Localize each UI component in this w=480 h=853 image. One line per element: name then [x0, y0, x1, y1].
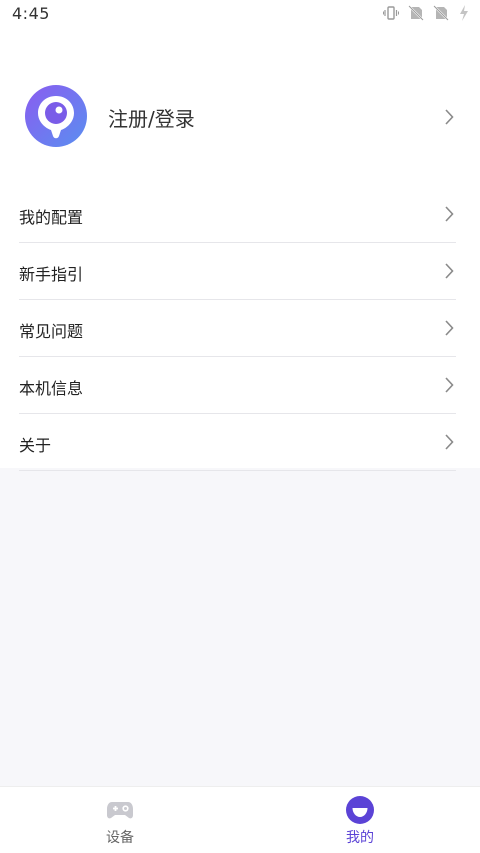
no-sim-icon	[433, 5, 449, 21]
app-logo-icon	[24, 84, 88, 148]
menu-item-label: 我的配置	[19, 208, 84, 227]
chevron-right-icon	[444, 320, 454, 336]
status-icons	[383, 5, 470, 21]
menu-item-device-info[interactable]: 本机信息	[19, 357, 456, 414]
menu-item-label: 关于	[19, 436, 52, 455]
menu-item-label: 本机信息	[19, 379, 84, 398]
menu-item-beginner-guide[interactable]: 新手指引	[19, 243, 456, 300]
status-bar: 4:45	[0, 0, 480, 30]
tab-me[interactable]: 我的	[240, 787, 480, 853]
menu-item-label: 常见问题	[19, 322, 84, 341]
gamepad-icon	[106, 796, 134, 824]
login-entry[interactable]: 注册/登录	[0, 78, 480, 158]
tab-devices[interactable]: 设备	[0, 787, 240, 853]
menu-item-about[interactable]: 关于	[19, 414, 456, 471]
no-sim-icon	[408, 5, 424, 21]
chevron-right-icon	[444, 434, 454, 450]
status-time: 4:45	[12, 4, 50, 23]
vibrate-icon	[383, 5, 399, 21]
tab-label: 设备	[106, 830, 134, 846]
menu-item-label: 新手指引	[19, 265, 84, 284]
bottom-tab-bar: 设备 我的	[0, 786, 480, 853]
chevron-right-icon	[444, 377, 454, 393]
content-area: 4:45 注册/登录 我的配置 新手指引 常见问题 本机信息 关于	[0, 0, 480, 471]
chevron-right-icon	[444, 263, 454, 279]
tab-label: 我的	[346, 830, 374, 846]
menu-item-faq[interactable]: 常见问题	[19, 300, 456, 357]
settings-menu: 我的配置 新手指引 常见问题 本机信息 关于	[0, 186, 480, 471]
login-label: 注册/登录	[108, 107, 195, 131]
chevron-right-icon	[444, 109, 454, 125]
smile-icon	[346, 796, 374, 824]
chevron-right-icon	[444, 206, 454, 222]
menu-item-my-config[interactable]: 我的配置	[19, 186, 456, 243]
battery-charging-icon	[458, 5, 470, 21]
